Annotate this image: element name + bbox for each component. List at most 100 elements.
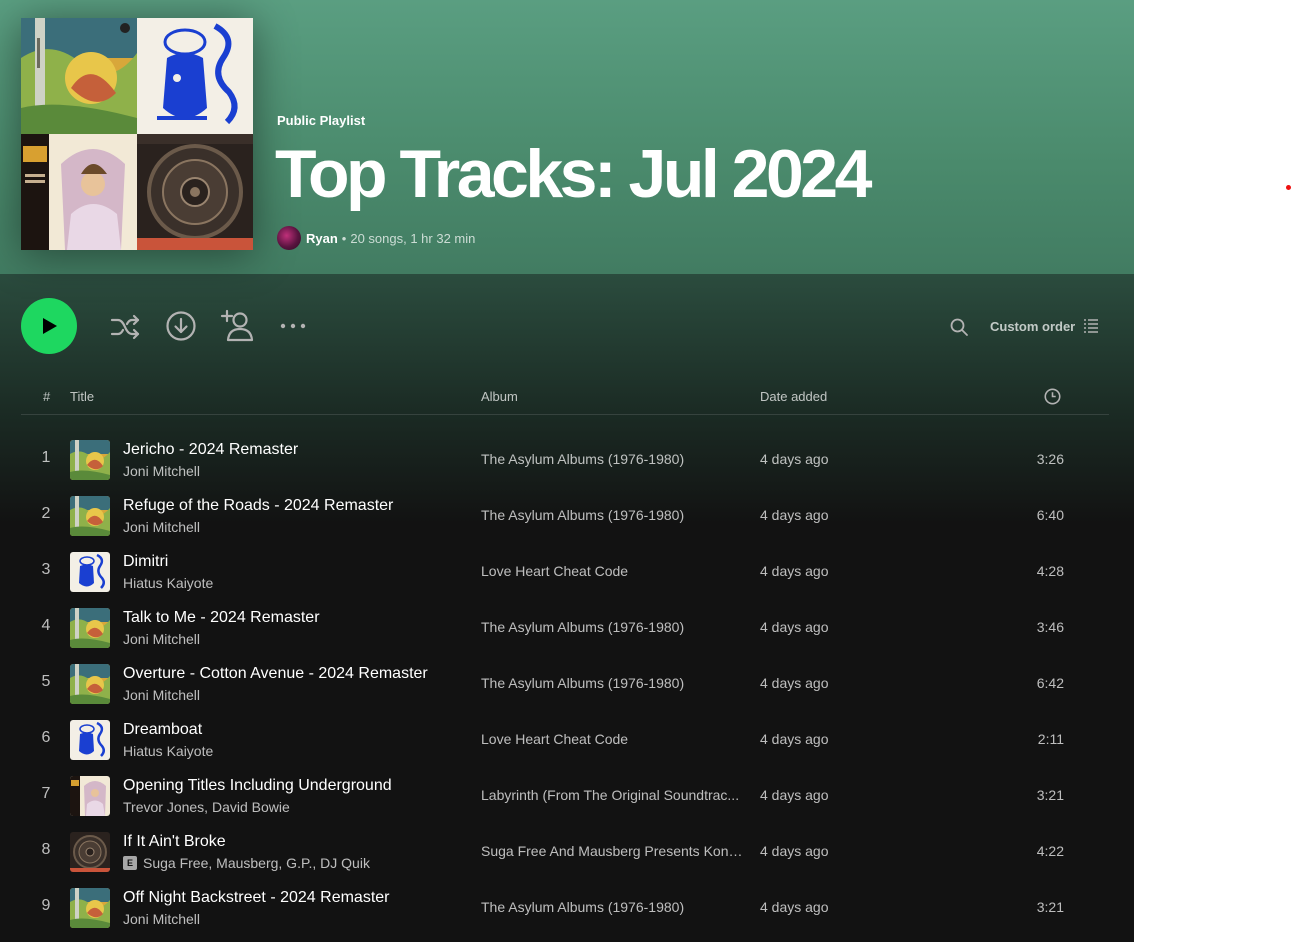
- track-row[interactable]: 9 Off Night Backstreet - 2024 Remaster Jon…: [21, 880, 1109, 936]
- track-number: 9: [41, 897, 51, 914]
- track-duration: 3:21: [1036, 787, 1064, 803]
- download-icon: [166, 311, 196, 341]
- owner-avatar[interactable]: [277, 226, 301, 250]
- track-date-added: 4 days ago: [760, 787, 829, 803]
- track-artist-name[interactable]: Hiatus Kaiyote: [123, 575, 213, 591]
- track-number: 7: [41, 785, 51, 802]
- column-header-title[interactable]: Title: [70, 389, 94, 404]
- track-title[interactable]: Jericho - 2024 Remaster: [123, 441, 298, 459]
- track-duration: 4:22: [1036, 843, 1064, 859]
- track-date-added: 4 days ago: [760, 675, 829, 691]
- track-album-art: [70, 440, 110, 480]
- track-album[interactable]: The Asylum Albums (1976-1980): [481, 619, 743, 635]
- track-artist[interactable]: Joni Mitchell: [123, 631, 200, 647]
- download-button[interactable]: [162, 307, 200, 345]
- more-icon: [280, 323, 306, 329]
- track-album-art: [70, 496, 110, 536]
- search-icon: [950, 318, 968, 336]
- track-duration: 4:28: [1036, 563, 1064, 579]
- track-artist-name[interactable]: Suga Free, Mausberg, G.P., DJ Quik: [143, 855, 370, 871]
- cursor-dot: [1286, 185, 1291, 190]
- play-icon: [43, 318, 57, 334]
- track-album[interactable]: The Asylum Albums (1976-1980): [481, 507, 743, 523]
- track-artist[interactable]: Hiatus Kaiyote: [123, 743, 213, 759]
- track-number: 4: [41, 617, 51, 634]
- track-artist-name[interactable]: Joni Mitchell: [123, 463, 200, 479]
- track-duration: 3:21: [1036, 899, 1064, 915]
- track-artist-name[interactable]: Joni Mitchell: [123, 911, 200, 927]
- track-album[interactable]: The Asylum Albums (1976-1980): [481, 675, 743, 691]
- track-number: 1: [41, 449, 51, 466]
- track-date-added: 4 days ago: [760, 731, 829, 747]
- track-title[interactable]: Off Night Backstreet - 2024 Remaster: [123, 889, 389, 907]
- header-divider: [21, 414, 1109, 415]
- track-artist-name[interactable]: Joni Mitchell: [123, 687, 200, 703]
- track-date-added: 4 days ago: [760, 619, 829, 635]
- add-user-button[interactable]: [218, 306, 258, 346]
- cover-loveheart-art: [137, 18, 253, 134]
- track-artist[interactable]: E Suga Free, Mausberg, G.P., DJ Quik: [123, 855, 370, 871]
- track-row[interactable]: 8 If It Ain't Broke E Suga Free, Mausberg, …: [21, 824, 1109, 880]
- track-number: 8: [41, 841, 51, 858]
- track-title[interactable]: Opening Titles Including Underground: [123, 777, 392, 795]
- track-album-art: [70, 552, 110, 592]
- track-album[interactable]: Suga Free And Mausberg Presents Konn...: [481, 843, 743, 859]
- track-title[interactable]: If It Ain't Broke: [123, 833, 226, 851]
- track-album[interactable]: Love Heart Cheat Code: [481, 563, 743, 579]
- track-date-added: 4 days ago: [760, 507, 829, 523]
- track-artist[interactable]: Trevor Jones, David Bowie: [123, 799, 290, 815]
- track-artist-name[interactable]: Hiatus Kaiyote: [123, 743, 213, 759]
- column-header-date-added[interactable]: Date added: [760, 389, 827, 404]
- track-row[interactable]: 3 Dimitri Hiatus Kaiyote Love Heart Cheat C…: [21, 544, 1109, 600]
- playlist-summary: 20 songs, 1 hr 32 min: [350, 230, 476, 246]
- track-album-art: [70, 888, 110, 928]
- track-title[interactable]: Refuge of the Roads - 2024 Remaster: [123, 497, 393, 515]
- track-artist[interactable]: Joni Mitchell: [123, 687, 200, 703]
- track-duration: 3:26: [1036, 451, 1064, 467]
- track-artist-name[interactable]: Trevor Jones, David Bowie: [123, 799, 290, 815]
- track-artist[interactable]: Joni Mitchell: [123, 463, 200, 479]
- track-artist-name[interactable]: Joni Mitchell: [123, 631, 200, 647]
- track-album[interactable]: Labyrinth (From The Original Soundtrac..…: [481, 787, 743, 803]
- track-title[interactable]: Dreamboat: [123, 721, 202, 739]
- playlist-type-label: Public Playlist: [277, 113, 366, 128]
- more-options-button[interactable]: [277, 311, 309, 341]
- track-title[interactable]: Dimitri: [123, 553, 168, 571]
- track-row[interactable]: 4 Talk to Me - 2024 Remaster Joni Mitchell…: [21, 600, 1109, 656]
- track-row[interactable]: 2 Refuge of the Roads - 2024 Remaster Joni…: [21, 488, 1109, 544]
- track-album-art: [70, 664, 110, 704]
- column-header-duration[interactable]: [1044, 388, 1061, 408]
- track-artist-name[interactable]: Joni Mitchell: [123, 519, 200, 535]
- track-title[interactable]: Overture - Cotton Avenue - 2024 Remaster: [123, 665, 428, 683]
- playlist-meta: Ryan • 20 songs, 1 hr 32 min: [277, 226, 475, 250]
- track-title[interactable]: Talk to Me - 2024 Remaster: [123, 609, 320, 627]
- track-duration: 6:42: [1036, 675, 1064, 691]
- track-album[interactable]: The Asylum Albums (1976-1980): [481, 899, 743, 915]
- list-icon: [1084, 319, 1099, 333]
- track-album[interactable]: Love Heart Cheat Code: [481, 731, 743, 747]
- track-row[interactable]: 5 Overture - Cotton Avenue - 2024 Remaste…: [21, 656, 1109, 712]
- owner-name[interactable]: Ryan: [306, 231, 338, 246]
- track-row[interactable]: 7 Opening Titles Including Underground Tre…: [21, 768, 1109, 824]
- cover-asylum-art: [21, 18, 137, 134]
- track-row[interactable]: 1 Jericho - 2024 Remaster Joni Mitchell The…: [21, 432, 1109, 488]
- clock-icon: [1044, 388, 1061, 405]
- playlist-cover[interactable]: [21, 18, 253, 250]
- search-in-playlist-button[interactable]: [946, 314, 972, 340]
- track-artist[interactable]: Joni Mitchell: [123, 911, 200, 927]
- track-artist[interactable]: Joni Mitchell: [123, 519, 200, 535]
- playlist-title[interactable]: Top Tracks: Jul 2024: [275, 130, 872, 218]
- play-button[interactable]: [21, 298, 77, 354]
- track-date-added: 4 days ago: [760, 563, 829, 579]
- track-artist[interactable]: Hiatus Kaiyote: [123, 575, 213, 591]
- track-album[interactable]: The Asylum Albums (1976-1980): [481, 451, 743, 467]
- track-row[interactable]: 6 Dreamboat Hiatus Kaiyote Love Heart Cheat…: [21, 712, 1109, 768]
- explicit-badge: E: [123, 856, 137, 870]
- sort-button[interactable]: Custom order: [990, 316, 1099, 336]
- shuffle-icon: [110, 314, 140, 340]
- track-album-art: [70, 720, 110, 760]
- track-duration: 6:40: [1036, 507, 1064, 523]
- column-header-album[interactable]: Album: [481, 389, 518, 404]
- shuffle-button[interactable]: [106, 308, 144, 346]
- track-number: 6: [41, 729, 51, 746]
